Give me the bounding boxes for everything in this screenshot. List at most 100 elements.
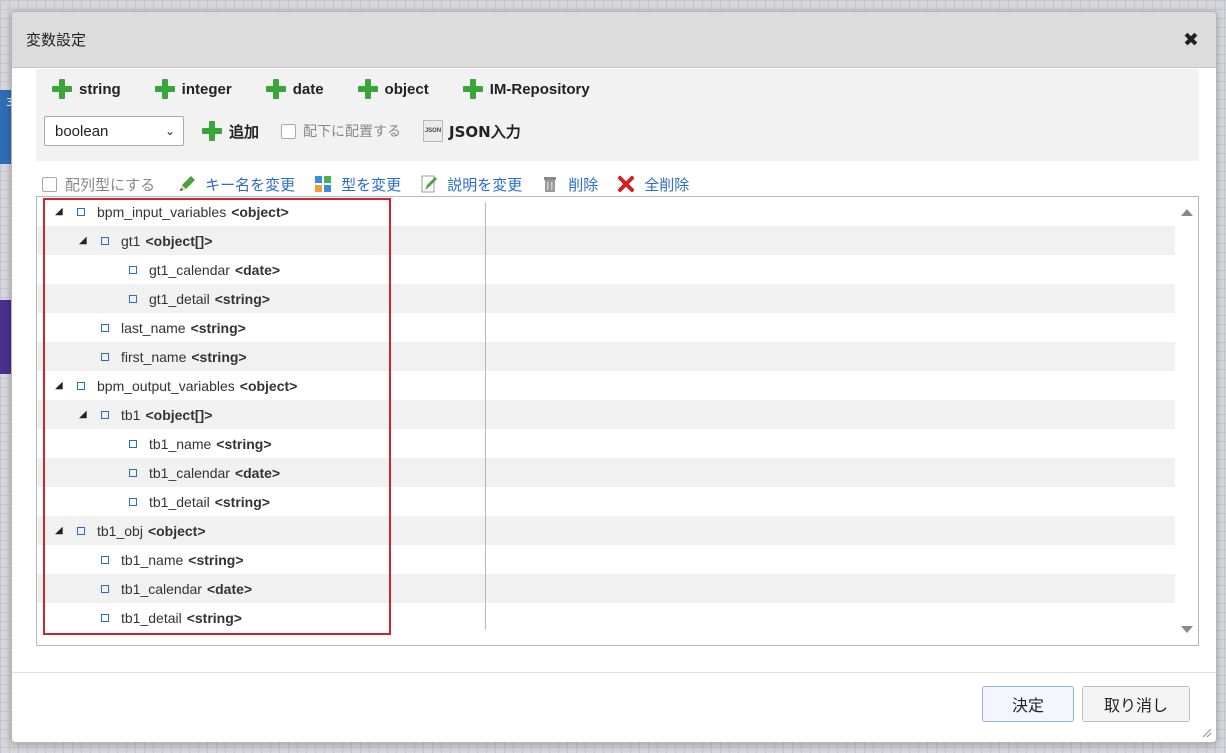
- plus-icon: [462, 79, 483, 99]
- plus-icon: [357, 79, 378, 99]
- node-square-icon: [101, 555, 109, 564]
- tree-row[interactable]: ◢first_name<string>: [37, 342, 1175, 371]
- scroll-up-arrow-icon[interactable]: [1181, 209, 1193, 216]
- variable-key: tb1: [121, 406, 141, 423]
- expand-toggle-icon[interactable]: ◢: [55, 206, 65, 217]
- tree-row[interactable]: ◢tb1_calendar<date>: [37, 458, 1175, 487]
- add-string-label: string: [79, 80, 121, 98]
- node-square-icon: [77, 381, 85, 390]
- variable-key: gt1: [121, 232, 141, 249]
- add-im-repository-button[interactable]: IM-Repository: [462, 79, 590, 99]
- change-type-label: 型を変更: [341, 175, 402, 194]
- variable-key: tb1_calendar: [149, 464, 230, 481]
- add-string-button[interactable]: string: [52, 79, 121, 99]
- delete-all-x-icon: [618, 176, 635, 192]
- tree-row[interactable]: ◢tb1_name<string>: [37, 545, 1175, 574]
- tree-row[interactable]: ◢tb1_name<string>: [37, 429, 1175, 458]
- vertical-scrollbar[interactable]: [1176, 197, 1198, 645]
- node-square-icon: [129, 468, 137, 477]
- scroll-down-arrow-icon[interactable]: [1181, 626, 1193, 633]
- node-square-icon: [129, 497, 137, 506]
- variable-settings-dialog: 変数設定 ✖ string integer date object IM-Rep…: [11, 11, 1217, 743]
- tree-node: ◢ tb1 <object[]>: [79, 400, 212, 429]
- variable-key: tb1_calendar: [121, 580, 202, 597]
- variable-type: <object[]>: [145, 406, 213, 423]
- expand-toggle-icon[interactable]: ◢: [55, 380, 65, 391]
- tree-row[interactable]: ◢gt1_calendar<date>: [37, 255, 1175, 284]
- array-type-label: 配列型にする: [65, 175, 156, 194]
- pencil-icon: [180, 176, 196, 191]
- node-square-icon: [101, 352, 109, 361]
- delete-all-link[interactable]: 全削除: [616, 174, 689, 195]
- add-date-button[interactable]: date: [265, 79, 324, 99]
- type-select[interactable]: boolean ⌄: [44, 116, 184, 146]
- variable-key: tb1_detail: [149, 493, 210, 510]
- rename-key-link[interactable]: キー名を変更: [177, 174, 295, 195]
- expand-toggle-icon[interactable]: ◢: [79, 235, 89, 246]
- variable-type: <string>: [214, 493, 270, 510]
- tree-row[interactable]: ◢ tb1 <object[]>: [37, 400, 1175, 429]
- tree-node: ◢tb1_calendar<date>: [79, 574, 252, 603]
- variable-key: tb1_name: [121, 551, 184, 568]
- add-type-row: string integer date object IM-Repository: [52, 77, 624, 101]
- variable-key: bpm_input_variables: [97, 203, 227, 220]
- resize-grip-icon[interactable]: [1200, 726, 1212, 738]
- place-under-checkbox[interactable]: [281, 123, 297, 139]
- add-button-label: 追加: [229, 122, 260, 141]
- close-icon[interactable]: ✖: [1180, 29, 1202, 51]
- type-select-value: boolean: [55, 122, 109, 140]
- dialog-title: 変数設定: [26, 31, 87, 49]
- delete-label: 削除: [568, 175, 599, 194]
- change-type-link[interactable]: 型を変更: [313, 174, 401, 195]
- tree-row[interactable]: ◢ gt1 <object[]>: [37, 226, 1175, 255]
- node-square-icon: [101, 584, 109, 593]
- variable-type: <string>: [188, 551, 244, 568]
- cancel-button[interactable]: 取り消し: [1082, 686, 1190, 722]
- delete-link[interactable]: 削除: [540, 174, 598, 195]
- change-description-link[interactable]: 説明を変更: [419, 174, 522, 195]
- place-under-label: 配下に配置する: [303, 124, 402, 140]
- variable-type: <date>: [234, 464, 281, 481]
- variable-key: bpm_output_variables: [97, 377, 235, 394]
- tree-row[interactable]: ◢tb1_detail<string>: [37, 603, 1175, 632]
- tree-node: ◢ tb1_obj <object>: [55, 516, 206, 545]
- plus-icon: [202, 121, 222, 141]
- rename-key-label: キー名を変更: [205, 175, 296, 194]
- node-square-icon: [77, 526, 85, 535]
- tree-row[interactable]: ◢ bpm_input_variables <object>: [37, 197, 1175, 226]
- ok-button[interactable]: 決定: [982, 686, 1074, 722]
- add-object-button[interactable]: object: [357, 79, 429, 99]
- chevron-down-icon: ⌄: [164, 124, 175, 138]
- plus-icon: [154, 79, 175, 99]
- add-integer-button[interactable]: integer: [154, 79, 232, 99]
- array-type-checkbox[interactable]: [42, 176, 57, 192]
- add-integer-label: integer: [181, 80, 232, 98]
- dialog-titlebar: 変数設定 ✖: [12, 12, 1216, 68]
- variable-key: gt1_detail: [149, 290, 210, 307]
- variable-type: <string>: [190, 319, 246, 336]
- add-button[interactable]: 追加: [202, 121, 259, 142]
- tree-row[interactable]: ◢tb1_detail<string>: [37, 487, 1175, 516]
- tree-row[interactable]: ◢ tb1_obj <object>: [37, 516, 1175, 545]
- tree-node: ◢tb1_detail<string>: [107, 487, 270, 516]
- tree-node: ◢tb1_calendar<date>: [107, 458, 280, 487]
- tree-row[interactable]: ◢last_name<string>: [37, 313, 1175, 342]
- variable-key: tb1_name: [149, 435, 212, 452]
- expand-toggle-icon[interactable]: ◢: [55, 525, 65, 536]
- add-date-label: date: [292, 80, 324, 98]
- tree-row[interactable]: ◢gt1_detail<string>: [37, 284, 1175, 313]
- column-divider[interactable]: [485, 202, 486, 630]
- tree-row[interactable]: ◢tb1_calendar<date>: [37, 574, 1175, 603]
- delete-all-label: 全削除: [644, 175, 690, 194]
- variable-key: last_name: [121, 319, 186, 336]
- expand-toggle-icon[interactable]: ◢: [79, 409, 89, 420]
- json-file-icon: JSON: [423, 120, 444, 142]
- node-square-icon: [129, 265, 137, 274]
- variable-type: <string>: [216, 435, 272, 452]
- variable-key: first_name: [121, 348, 187, 365]
- json-input-button[interactable]: JSON JSON入力: [423, 120, 521, 142]
- variable-type: <string>: [186, 609, 242, 626]
- tree-row[interactable]: ◢ bpm_output_variables <object>: [37, 371, 1175, 400]
- variable-type: <string>: [214, 290, 270, 307]
- tree-node: ◢tb1_detail<string>: [79, 603, 242, 632]
